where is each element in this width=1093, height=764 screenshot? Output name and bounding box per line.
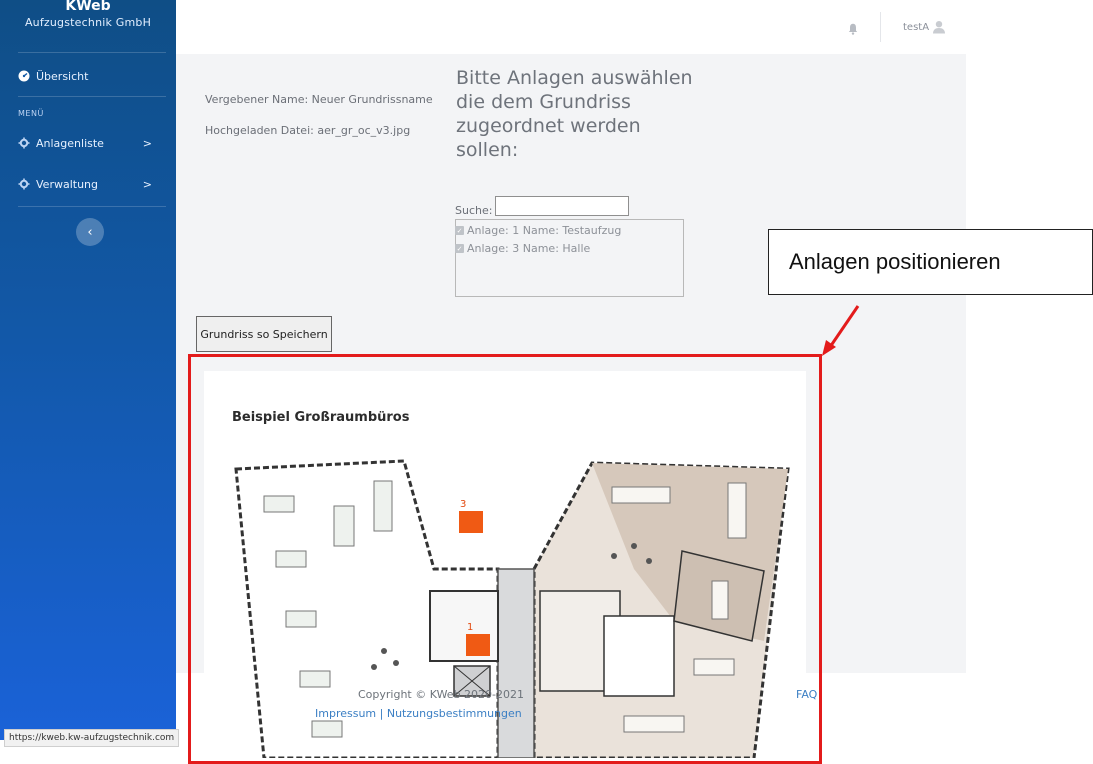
- sidebar-item-verwaltung[interactable]: Verwaltung >: [18, 176, 166, 192]
- sidebar-item-label: Anlagenliste: [36, 136, 104, 150]
- user-icon[interactable]: [932, 19, 946, 38]
- sidebar-item-anlagenliste[interactable]: Anlagenliste >: [18, 135, 166, 151]
- search-label: Suche:: [455, 204, 493, 217]
- sidebar-item-label: Übersicht: [36, 69, 89, 83]
- sidebar-divider: [18, 206, 166, 207]
- search-input[interactable]: [495, 196, 629, 216]
- checkbox-checked-icon[interactable]: ✓: [455, 244, 464, 253]
- annotation-frame: [188, 354, 822, 764]
- page-heading: Bitte Anlagen auswählen die dem Grundris…: [456, 67, 693, 161]
- chevron-left-icon: ‹: [87, 224, 93, 240]
- browser-status-url: https://kweb.kw-aufzugstechnik.com: [4, 729, 180, 747]
- sidebar-section-label: MENÜ: [18, 109, 44, 118]
- save-floorplan-button[interactable]: Grundriss so Speichern: [196, 316, 332, 352]
- brand-subtitle: Aufzugstechnik GmbH: [24, 16, 152, 29]
- sidebar-divider: [18, 52, 166, 53]
- bell-icon[interactable]: [848, 20, 858, 39]
- brand-title[interactable]: KWeb: [0, 0, 176, 14]
- annotation-callout: Anlagen positionieren: [768, 229, 1093, 295]
- gear-icon: [18, 137, 30, 149]
- assigned-name: Vergebener Name: Neuer Grundrissname: [205, 93, 433, 106]
- username[interactable]: testA: [903, 22, 929, 33]
- anlage-option[interactable]: ✓ Anlage: 1 Name: Testaufzug: [455, 224, 621, 237]
- gear-icon: [18, 178, 30, 190]
- anlage-label: Anlage: 3 Name: Halle: [467, 242, 591, 255]
- anlage-option[interactable]: ✓ Anlage: 3 Name: Halle: [455, 242, 590, 255]
- chevron-right-icon: >: [142, 177, 152, 191]
- sidebar-item-uebersicht[interactable]: Übersicht: [18, 68, 88, 84]
- sidebar-divider: [18, 96, 166, 97]
- checkbox-checked-icon[interactable]: ✓: [455, 226, 464, 235]
- dashboard-icon: [18, 70, 30, 82]
- header-divider: [880, 12, 881, 42]
- sidebar-item-label: Verwaltung: [36, 177, 98, 191]
- sidebar: KWeb Aufzugstechnik GmbH Übersicht MENÜ …: [0, 0, 176, 740]
- chevron-right-icon: >: [142, 136, 152, 150]
- sidebar-collapse-button[interactable]: ‹: [76, 218, 104, 246]
- annotation-arrow-icon: [822, 305, 860, 356]
- uploaded-file: Hochgeladen Datei: aer_gr_oc_v3.jpg: [205, 124, 411, 137]
- anlage-label: Anlage: 1 Name: Testaufzug: [467, 224, 622, 237]
